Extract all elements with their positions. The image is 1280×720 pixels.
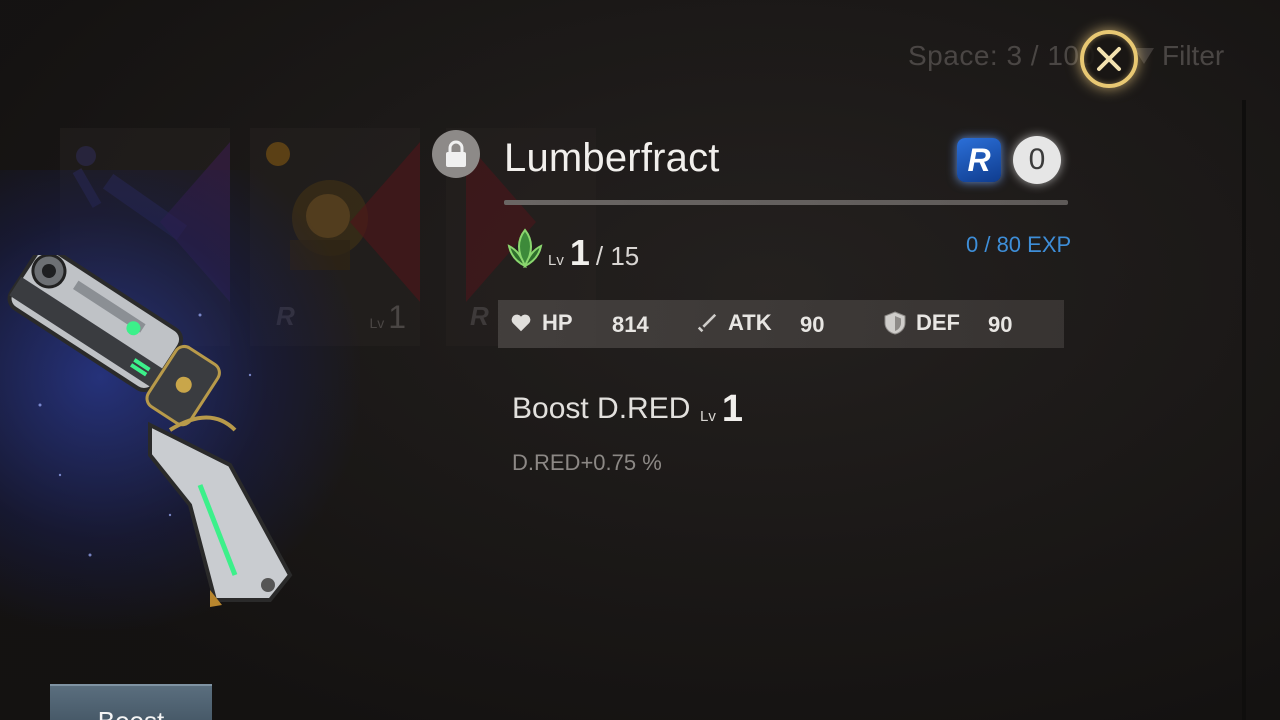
- scrollbar-track[interactable]: [1242, 100, 1246, 720]
- boost-button-label: Boost: [98, 706, 165, 720]
- stat-atk: ATK 90: [696, 310, 824, 337]
- card-rarity: R: [470, 301, 489, 331]
- filter-button[interactable]: Filter: [1134, 40, 1224, 72]
- divider: [504, 200, 1068, 205]
- lock-icon: [446, 140, 466, 167]
- stat-label: ATK: [728, 310, 772, 335]
- stat-def: DEF 90: [884, 310, 1012, 337]
- revolver-weapon-image: [7, 255, 293, 607]
- refine-level-badge: 0: [1013, 136, 1061, 184]
- level-prefix: Lv: [548, 252, 564, 269]
- exp-text: 0 / 80 EXP: [966, 232, 1072, 257]
- level-current: 1: [569, 232, 590, 273]
- skill-level-value: 1: [721, 388, 743, 430]
- stats-bar: HP 814 ATK 90 DEF 90: [498, 300, 1064, 348]
- leaf-level-icon: [507, 228, 543, 269]
- close-button[interactable]: [1080, 30, 1138, 88]
- skill-name: Boost D.RED: [512, 392, 691, 425]
- lock-button[interactable]: [432, 130, 480, 178]
- card-accent: [350, 142, 420, 302]
- inventory-space-label: Space: 3 / 100: [908, 40, 1096, 71]
- skill-description: D.RED+0.75 %: [512, 450, 662, 475]
- skill-level-prefix: Lv: [700, 408, 716, 425]
- item-name: Lumberfract: [504, 136, 720, 180]
- stat-value: 814: [612, 312, 649, 337]
- skill-level: Lv 1: [700, 388, 743, 431]
- stat-value: 90: [988, 312, 1013, 337]
- stat-value: 90: [800, 312, 825, 337]
- heart-icon: [511, 314, 531, 332]
- filter-label: Filter: [1162, 40, 1225, 71]
- close-icon: [1097, 47, 1121, 71]
- level-max: / 15: [595, 241, 640, 271]
- sword-icon: [697, 313, 717, 333]
- rarity-badge: R: [957, 138, 1001, 182]
- card-level: Lv 1: [369, 299, 406, 335]
- item-level: Lv 1 / 15: [548, 232, 639, 274]
- boost-button[interactable]: Boost: [50, 684, 212, 720]
- stat-hp: HP 814: [510, 310, 649, 337]
- stat-label: DEF: [916, 310, 960, 335]
- shield-icon: [884, 311, 906, 335]
- stat-label: HP: [542, 310, 573, 335]
